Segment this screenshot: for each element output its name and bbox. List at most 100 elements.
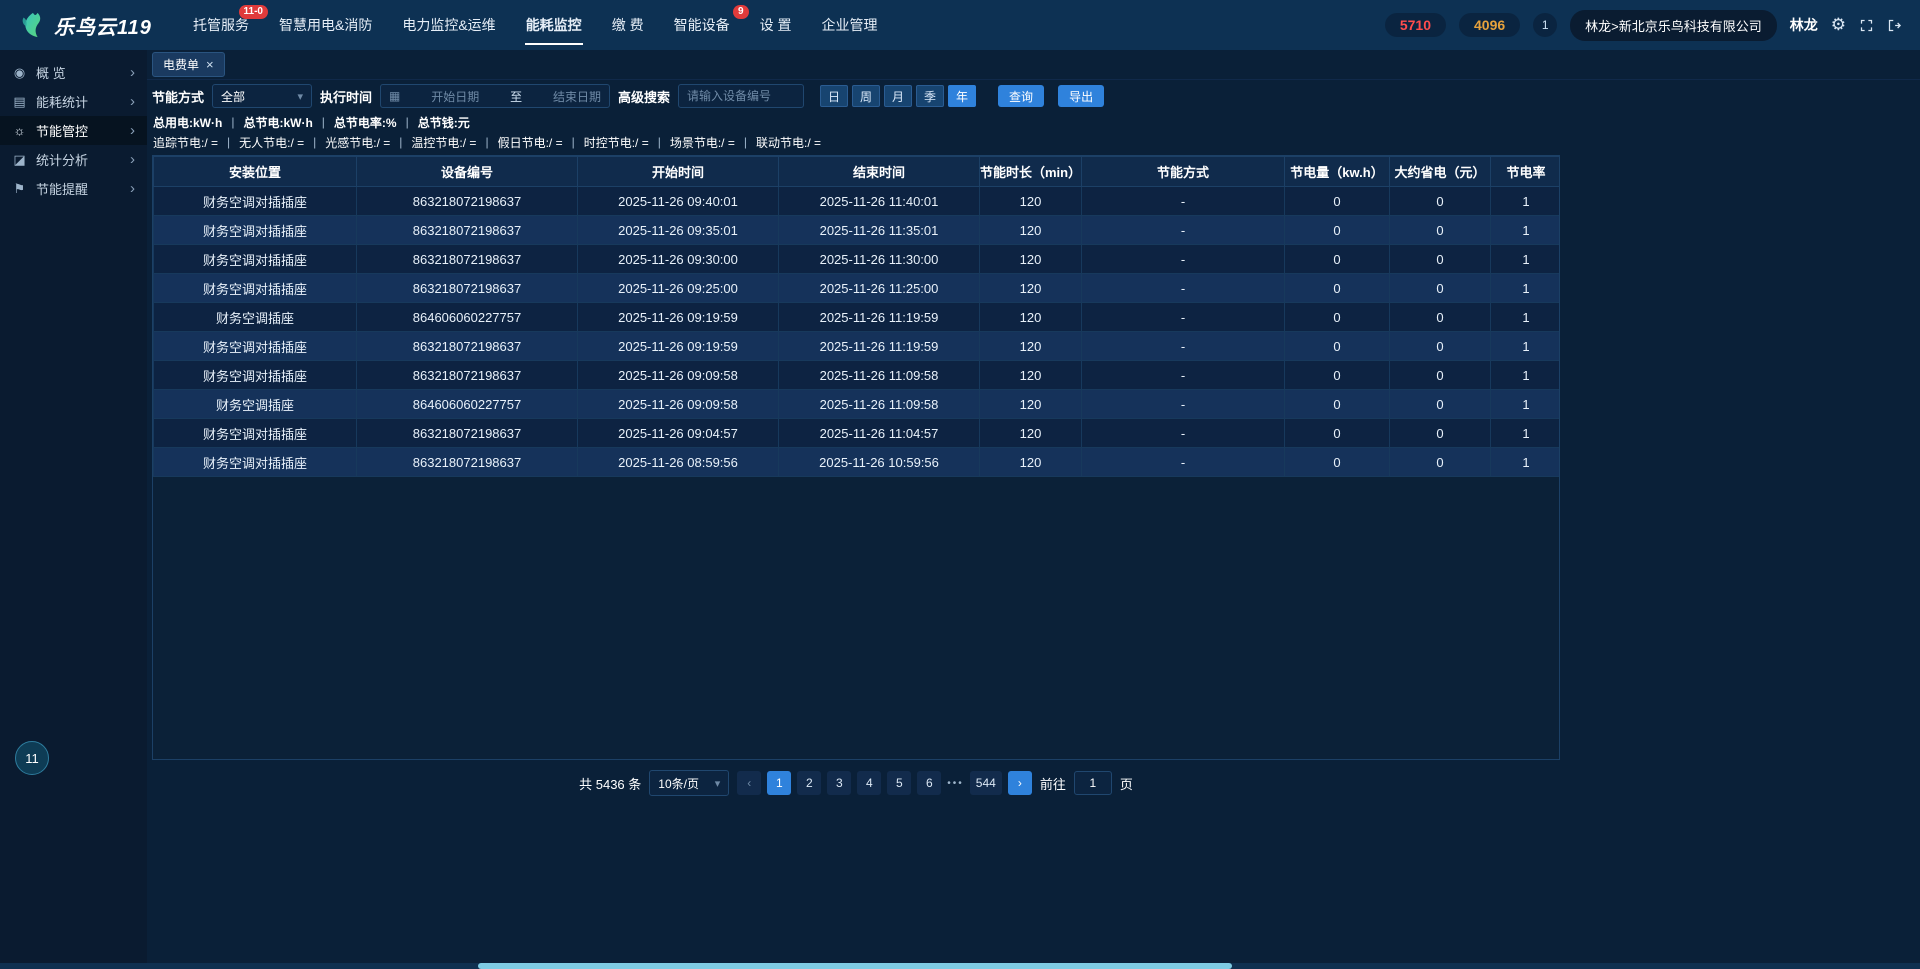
nav-item-power-monitoring-ops[interactable]: 电力监控&运维 xyxy=(387,0,510,50)
statistical-analysis-icon: ◪ xyxy=(12,152,27,168)
table-cell: 2025-11-26 11:30:00 xyxy=(779,245,980,274)
table-cell: 2025-11-26 10:59:56 xyxy=(779,448,980,477)
stat-separator: | xyxy=(485,135,488,149)
table-cell: 120 xyxy=(980,390,1082,419)
navbar-right: 5710 4096 1 林龙>新北京乐鸟科技有限公司 林龙 ⚙ xyxy=(1385,10,1902,41)
table-cell: 2025-11-26 08:59:56 xyxy=(578,448,779,477)
table-cell: 0 xyxy=(1390,390,1491,419)
logo[interactable]: 乐鸟云119 xyxy=(18,11,168,40)
table-cell: 0 xyxy=(1285,216,1390,245)
table-cell: 1 xyxy=(1491,245,1561,274)
sidebar-item-energy-saving-reminder[interactable]: ⚑节能提醒› xyxy=(0,174,147,203)
horizontal-scrollbar-track xyxy=(0,963,1920,969)
horizontal-scrollbar-thumb[interactable] xyxy=(478,963,1232,969)
mode-label: 节能方式 xyxy=(152,87,204,106)
period-day-button[interactable]: 日 xyxy=(820,85,848,107)
alarm-count-badge[interactable]: 5710 xyxy=(1385,13,1446,37)
saving-breakdown-row: 追踪节电:/ =|无人节电:/ =|光感节电:/ =|温控节电:/ =|假日节电… xyxy=(147,132,1920,152)
goto-suffix: 页 xyxy=(1120,774,1133,793)
page-button-1[interactable]: 1 xyxy=(767,771,791,795)
nav-item-label: 能耗监控 xyxy=(526,17,582,33)
table-row: 财务空调插座8646060602277572025-11-26 09:09:58… xyxy=(154,390,1561,419)
nav-item-enterprise-management[interactable]: 企业管理 xyxy=(806,0,892,50)
table-cell: 863218072198637 xyxy=(357,361,578,390)
sidebar-item-statistical-analysis[interactable]: ◪统计分析› xyxy=(0,145,147,174)
table-cell: 2025-11-26 09:35:01 xyxy=(578,216,779,245)
table-cell: - xyxy=(1082,187,1285,216)
export-button[interactable]: 导出 xyxy=(1058,85,1104,107)
mode-select[interactable]: 全部 ▾ xyxy=(212,84,312,108)
table-cell: 2025-11-26 09:40:01 xyxy=(578,187,779,216)
sidebar-count-badge[interactable]: 11 xyxy=(15,741,49,775)
page-button-5[interactable]: 5 xyxy=(887,771,911,795)
period-year-button[interactable]: 年 xyxy=(948,85,976,107)
nav-item-smart-devices[interactable]: 智能设备9 xyxy=(659,0,745,50)
sidebar-item-energy-saving-control[interactable]: ☼节能管控› xyxy=(0,116,147,145)
page-button-3[interactable]: 3 xyxy=(827,771,851,795)
chevron-down-icon: ▾ xyxy=(297,90,303,103)
page-size-value: 10条/页 xyxy=(658,775,699,792)
table-cell: 864606060227757 xyxy=(357,303,578,332)
column-header: 大约省电（元） xyxy=(1390,157,1491,187)
sidebar-item-overview[interactable]: ◉概 览› xyxy=(0,58,147,87)
stat-separator: | xyxy=(322,115,325,129)
table-cell: 0 xyxy=(1285,390,1390,419)
table-cell: - xyxy=(1082,303,1285,332)
table-cell: 2025-11-26 09:19:59 xyxy=(578,332,779,361)
page-button-544[interactable]: 544 xyxy=(970,771,1002,795)
page-button-2[interactable]: 2 xyxy=(797,771,821,795)
table-cell: 120 xyxy=(980,361,1082,390)
table-cell: 0 xyxy=(1285,303,1390,332)
nav-item-hosting-service[interactable]: 托管服务11-0 xyxy=(178,0,264,50)
tab-electricity-bill[interactable]: 电费单 × xyxy=(152,52,225,77)
total-stat: 总节电率:% xyxy=(334,114,397,131)
notice-count-badge[interactable]: 1 xyxy=(1533,13,1557,37)
query-button[interactable]: 查询 xyxy=(998,85,1044,107)
period-month-button[interactable]: 月 xyxy=(884,85,912,107)
nav-item-label: 缴 费 xyxy=(612,17,644,33)
page-size-select[interactable]: 10条/页 ▾ xyxy=(649,770,729,796)
table-cell: 0 xyxy=(1390,216,1491,245)
column-header: 节能方式 xyxy=(1082,157,1285,187)
next-page-button[interactable]: › xyxy=(1008,771,1032,795)
nav-item-energy-monitoring[interactable]: 能耗监控 xyxy=(511,0,597,50)
sidebar-item-energy-statistics[interactable]: ▤能耗统计› xyxy=(0,87,147,116)
energy-statistics-icon: ▤ xyxy=(12,94,27,110)
warning-count-badge[interactable]: 4096 xyxy=(1459,13,1520,37)
table-cell: 864606060227757 xyxy=(357,390,578,419)
nav-item-payment[interactable]: 缴 费 xyxy=(597,0,659,50)
nav-item-settings[interactable]: 设 置 xyxy=(745,0,807,50)
page-button-4[interactable]: 4 xyxy=(857,771,881,795)
prev-page-button[interactable]: ‹ xyxy=(737,771,761,795)
chevron-right-icon: › xyxy=(130,64,135,81)
table-cell: 120 xyxy=(980,274,1082,303)
nav-item-smart-electric-fire[interactable]: 智慧用电&消防 xyxy=(264,0,387,50)
table-cell: 2025-11-26 09:30:00 xyxy=(578,245,779,274)
table-cell: 0 xyxy=(1285,187,1390,216)
goto-page-input[interactable] xyxy=(1074,771,1112,795)
date-range-picker[interactable]: ▦ 开始日期 至 结束日期 xyxy=(380,84,610,108)
table-cell: 2025-11-26 09:25:00 xyxy=(578,274,779,303)
stat-separator: | xyxy=(399,135,402,149)
table-cell: 2025-11-26 11:19:59 xyxy=(779,303,980,332)
period-quarter-button[interactable]: 季 xyxy=(916,85,944,107)
company-selector[interactable]: 林龙>新北京乐鸟科技有限公司 xyxy=(1570,10,1777,41)
logout-icon[interactable] xyxy=(1887,18,1902,33)
period-week-button[interactable]: 周 xyxy=(852,85,880,107)
mode-select-value: 全部 xyxy=(221,88,245,105)
more-pages-button[interactable]: ••• xyxy=(947,778,964,789)
table-cell: 0 xyxy=(1390,187,1491,216)
page-button-6[interactable]: 6 xyxy=(917,771,941,795)
tab-close-icon[interactable]: × xyxy=(206,57,214,72)
table-cell: - xyxy=(1082,448,1285,477)
total-stat: 总节钱:元 xyxy=(418,114,470,131)
table-cell: 0 xyxy=(1285,448,1390,477)
settings-gear-icon[interactable]: ⚙ xyxy=(1831,15,1846,35)
fullscreen-icon[interactable] xyxy=(1859,18,1874,33)
table-row: 财务空调对插插座8632180721986372025-11-26 08:59:… xyxy=(154,448,1561,477)
logo-leaf-icon xyxy=(18,11,46,39)
column-header: 安装位置 xyxy=(154,157,357,187)
table-cell: - xyxy=(1082,361,1285,390)
table-row: 财务空调对插插座8632180721986372025-11-26 09:25:… xyxy=(154,274,1561,303)
device-number-input[interactable] xyxy=(678,84,804,108)
